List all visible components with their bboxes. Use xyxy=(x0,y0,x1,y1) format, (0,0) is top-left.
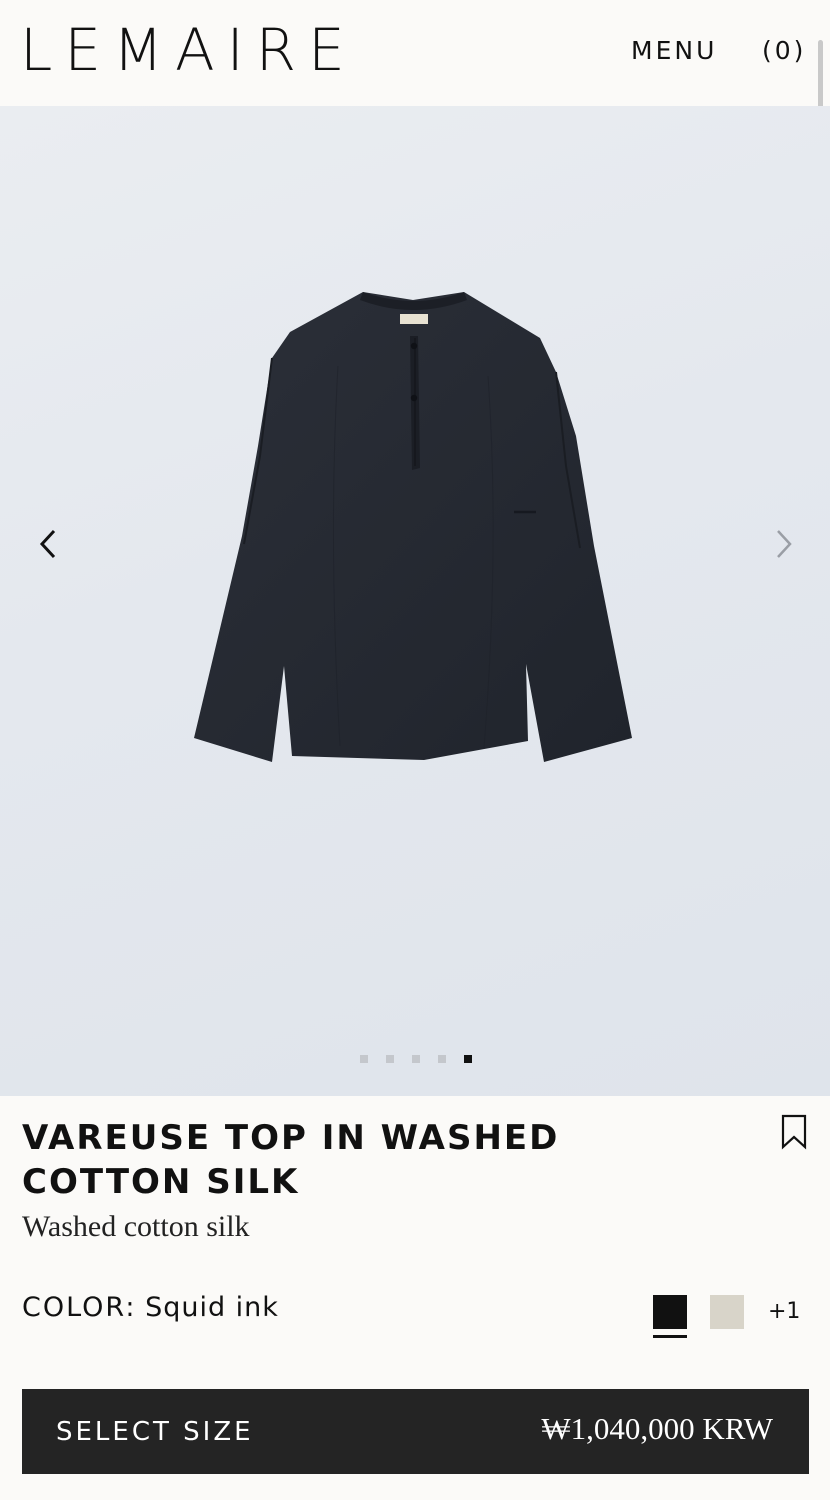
cart-button[interactable]: (0) xyxy=(762,36,806,65)
color-swatch-light[interactable] xyxy=(710,1295,744,1329)
site-header: LEMAIRE MENU (0) xyxy=(0,0,830,106)
chevron-left-icon[interactable] xyxy=(28,524,68,564)
color-selector-label: COLOR: Squid ink xyxy=(22,1292,279,1323)
select-size-button[interactable]: SELECT SIZE ₩1,040,000 KRW xyxy=(22,1389,809,1474)
product-price: ₩1,040,000 KRW xyxy=(541,1411,773,1446)
gallery-dot[interactable] xyxy=(386,1055,394,1063)
product-title: VAREUSE TOP IN WASHED COTTON SILK xyxy=(22,1118,560,1202)
selected-swatch-indicator xyxy=(653,1335,687,1338)
gallery-dot[interactable] xyxy=(438,1055,446,1063)
chevron-right-icon[interactable] xyxy=(764,524,804,564)
gallery-pagination xyxy=(360,1055,472,1063)
gallery-dot-active[interactable] xyxy=(464,1055,472,1063)
more-colors-link[interactable]: +1 xyxy=(768,1299,800,1324)
menu-button[interactable]: MENU xyxy=(631,36,717,65)
color-value: Squid ink xyxy=(145,1292,279,1323)
color-swatch-squid-ink[interactable] xyxy=(653,1295,687,1329)
color-label: COLOR: xyxy=(22,1292,137,1323)
bookmark-icon[interactable] xyxy=(780,1114,808,1155)
brand-logo[interactable]: LEMAIRE xyxy=(20,14,357,86)
gallery-dot[interactable] xyxy=(360,1055,368,1063)
product-image xyxy=(194,292,632,762)
product-material: Washed cotton silk xyxy=(22,1210,250,1243)
gallery-dot[interactable] xyxy=(412,1055,420,1063)
select-size-label: SELECT SIZE xyxy=(56,1417,254,1447)
product-gallery[interactable] xyxy=(0,106,830,1096)
